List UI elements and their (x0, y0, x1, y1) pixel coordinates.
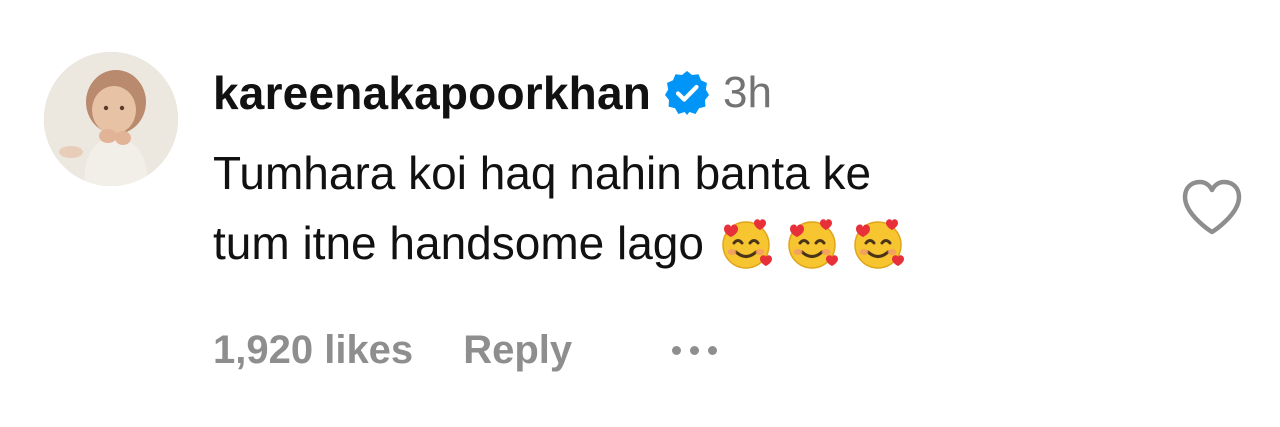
more-dot (690, 345, 700, 355)
more-dot (672, 345, 682, 355)
comment-text-line-2-text: tum itne handsome lago (213, 217, 704, 269)
comment-text: Tumhara koi haq nahin banta ke tum itne … (213, 138, 1153, 278)
smiling-face-with-hearts-icon (850, 215, 906, 271)
comment: kareenakapoorkhan 3h Tumhara koi haq nah… (0, 0, 1280, 427)
avatar[interactable] (44, 52, 178, 186)
avatar-photo (44, 52, 178, 186)
timestamp: 3h (723, 68, 772, 117)
comment-text-line-2: tum itne handsome lago (213, 208, 1153, 278)
more-dot (708, 345, 718, 355)
heart-outline-icon[interactable] (1180, 178, 1244, 236)
smiling-face-with-hearts-icon (784, 215, 840, 271)
emoji-row (718, 215, 906, 271)
more-dots-icon[interactable] (672, 330, 718, 370)
verified-badge-icon (663, 69, 711, 117)
reply-button[interactable]: Reply (463, 328, 572, 373)
comment-header: kareenakapoorkhan 3h (213, 62, 772, 124)
smiling-face-with-hearts-icon (718, 215, 774, 271)
likes-count[interactable]: 1,920 likes (213, 328, 413, 373)
username[interactable]: kareenakapoorkhan (213, 66, 651, 120)
comment-text-line-1: Tumhara koi haq nahin banta ke (213, 147, 872, 199)
comment-footer: 1,920 likes Reply (213, 322, 718, 378)
